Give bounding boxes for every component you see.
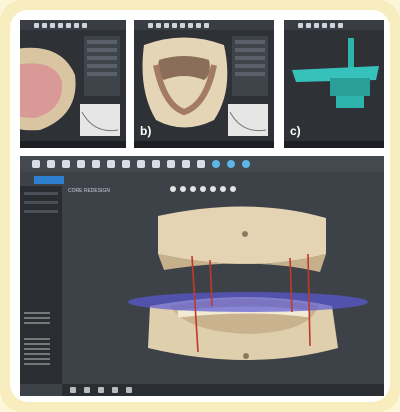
settings-panel bbox=[84, 36, 120, 96]
thumbnail-c: c) bbox=[284, 20, 384, 148]
bottom-tool-icon[interactable] bbox=[84, 387, 90, 393]
taskbar bbox=[284, 141, 384, 148]
mini-graph bbox=[228, 104, 268, 136]
thumbnail-a bbox=[20, 20, 126, 148]
bottom-tool-icon[interactable] bbox=[112, 387, 118, 393]
bottom-tool-icon[interactable] bbox=[98, 387, 104, 393]
bottom-tool-icon[interactable] bbox=[126, 387, 132, 393]
panel-label-c: c) bbox=[290, 124, 301, 138]
bottom-tool-icon[interactable] bbox=[70, 387, 76, 393]
taskbar bbox=[134, 141, 274, 148]
panel-label-b: b) bbox=[140, 124, 152, 138]
thumbnail-b: b) bbox=[134, 20, 274, 148]
bottom-toolbar bbox=[62, 384, 384, 396]
mini-graph bbox=[80, 104, 120, 136]
figure-card: b) c) CORE REDESIGN bbox=[10, 10, 390, 402]
main-app-window: CORE REDESIGN bbox=[20, 156, 384, 396]
taskbar bbox=[20, 141, 126, 148]
dental-cast-3d-view bbox=[128, 206, 368, 360]
settings-panel bbox=[232, 36, 268, 96]
